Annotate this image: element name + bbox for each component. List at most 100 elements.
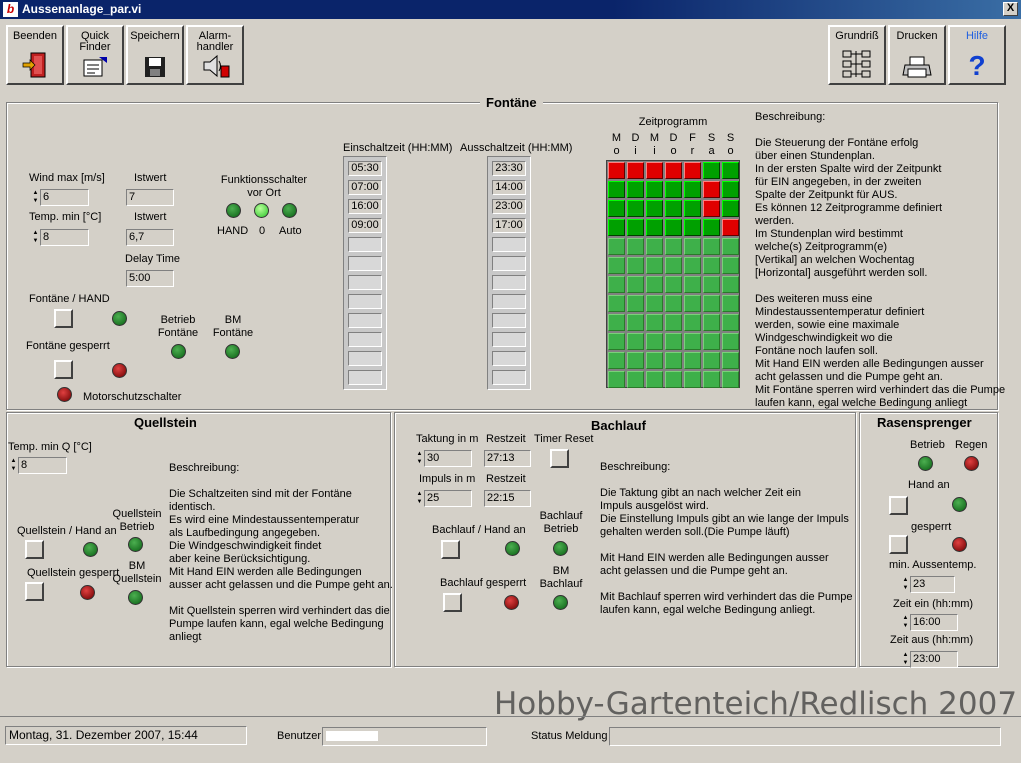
schedule-cell[interactable]	[627, 200, 644, 217]
schedule-cell[interactable]	[684, 333, 701, 350]
schedule-cell[interactable]	[627, 181, 644, 198]
rasen-gesperrt-button[interactable]	[889, 535, 908, 554]
schedule-cell[interactable]	[608, 276, 625, 293]
ein-time-5[interactable]	[348, 237, 382, 252]
schedule-cell[interactable]	[627, 371, 644, 388]
schedule-cell[interactable]	[646, 181, 663, 198]
schedule-cell[interactable]	[665, 219, 682, 236]
schedule-cell[interactable]	[608, 371, 625, 388]
schedule-cell[interactable]	[722, 371, 739, 388]
schedule-cell[interactable]	[684, 238, 701, 255]
schedule-cell[interactable]	[646, 162, 663, 179]
rasen-hand-button[interactable]	[889, 496, 908, 515]
ein-time-8[interactable]	[348, 294, 382, 309]
beenden-button[interactable]: Beenden	[6, 25, 64, 85]
schedule-cell[interactable]	[665, 371, 682, 388]
rasen-temp-spinner[interactable]: ▲ ▼	[902, 576, 909, 593]
quellstein-temp-spinner[interactable]: ▲ ▼	[10, 457, 17, 474]
ein-time-2[interactable]: 07:00	[348, 180, 382, 195]
schedule-cell[interactable]	[722, 276, 739, 293]
schedule-cell[interactable]	[703, 219, 720, 236]
schedule-cell[interactable]	[627, 295, 644, 312]
wind-max-input[interactable]: 6	[40, 189, 89, 206]
aus-time-5[interactable]	[492, 237, 526, 252]
schedule-cell[interactable]	[684, 352, 701, 369]
ein-time-9[interactable]	[348, 313, 382, 328]
fontane-gesperrt-button[interactable]	[54, 360, 73, 379]
aus-time-3[interactable]: 23:00	[492, 199, 526, 214]
schedule-cell[interactable]	[608, 181, 625, 198]
schedule-cell[interactable]	[703, 333, 720, 350]
zeitprogramm-grid[interactable]	[606, 160, 740, 388]
temp-min-input[interactable]: 8	[40, 229, 89, 246]
close-button[interactable]: X	[1003, 2, 1018, 16]
schedule-cell[interactable]	[684, 314, 701, 331]
schedule-cell[interactable]	[722, 333, 739, 350]
fontane-hand-button[interactable]	[54, 309, 73, 328]
aus-time-2[interactable]: 14:00	[492, 180, 526, 195]
aus-time-11[interactable]	[492, 351, 526, 366]
hilfe-button[interactable]: Hilfe ?	[948, 25, 1006, 85]
schedule-cell[interactable]	[665, 257, 682, 274]
taktung-input[interactable]: 30	[424, 450, 472, 467]
speichern-button[interactable]: Speichern	[126, 25, 184, 85]
schedule-cell[interactable]	[684, 276, 701, 293]
schedule-cell[interactable]	[722, 238, 739, 255]
aus-time-12[interactable]	[492, 370, 526, 385]
schedule-cell[interactable]	[665, 333, 682, 350]
aus-time-10[interactable]	[492, 332, 526, 347]
schedule-cell[interactable]	[703, 162, 720, 179]
schedule-cell[interactable]	[608, 219, 625, 236]
aus-time-6[interactable]	[492, 256, 526, 271]
schedule-cell[interactable]	[703, 314, 720, 331]
schedule-cell[interactable]	[703, 181, 720, 198]
aus-time-8[interactable]	[492, 294, 526, 309]
drucken-button[interactable]: Drucken	[888, 25, 946, 85]
ein-time-11[interactable]	[348, 351, 382, 366]
schedule-cell[interactable]	[627, 314, 644, 331]
schedule-cell[interactable]	[646, 352, 663, 369]
schedule-cell[interactable]	[646, 276, 663, 293]
schedule-cell[interactable]	[665, 295, 682, 312]
schedule-cell[interactable]	[684, 200, 701, 217]
schedule-cell[interactable]	[646, 200, 663, 217]
schedule-cell[interactable]	[722, 200, 739, 217]
aus-time-4[interactable]: 17:00	[492, 218, 526, 233]
schedule-cell[interactable]	[608, 295, 625, 312]
aus-time-9[interactable]	[492, 313, 526, 328]
schedule-cell[interactable]	[608, 238, 625, 255]
schedule-cell[interactable]	[722, 352, 739, 369]
schedule-cell[interactable]	[665, 200, 682, 217]
bachlauf-hand-button[interactable]	[441, 540, 460, 559]
schedule-cell[interactable]	[608, 352, 625, 369]
ein-time-3[interactable]: 16:00	[348, 199, 382, 214]
ein-time-6[interactable]	[348, 256, 382, 271]
impuls-spinner[interactable]: ▲ ▼	[416, 490, 423, 507]
schedule-cell[interactable]	[665, 352, 682, 369]
schedule-cell[interactable]	[703, 352, 720, 369]
schedule-cell[interactable]	[722, 295, 739, 312]
schedule-cell[interactable]	[646, 371, 663, 388]
schedule-cell[interactable]	[627, 276, 644, 293]
schedule-cell[interactable]	[627, 257, 644, 274]
schedule-cell[interactable]	[646, 295, 663, 312]
ein-time-1[interactable]: 05:30	[348, 161, 382, 176]
schedule-cell[interactable]	[665, 314, 682, 331]
quellstein-gesperrt-button[interactable]	[25, 582, 44, 601]
schedule-cell[interactable]	[627, 162, 644, 179]
schedule-cell[interactable]	[627, 333, 644, 350]
schedule-cell[interactable]	[627, 352, 644, 369]
schedule-cell[interactable]	[703, 200, 720, 217]
schedule-cell[interactable]	[646, 257, 663, 274]
schedule-cell[interactable]	[684, 181, 701, 198]
schedule-cell[interactable]	[665, 181, 682, 198]
schedule-cell[interactable]	[665, 238, 682, 255]
temp-spinner[interactable]: ▲ ▼	[32, 229, 39, 246]
schedule-cell[interactable]	[646, 238, 663, 255]
schedule-cell[interactable]	[722, 162, 739, 179]
schedule-cell[interactable]	[684, 162, 701, 179]
schedule-cell[interactable]	[722, 257, 739, 274]
wind-spinner[interactable]: ▲ ▼	[32, 189, 39, 206]
grundriss-button[interactable]: Grundriß	[828, 25, 886, 85]
schedule-cell[interactable]	[608, 200, 625, 217]
